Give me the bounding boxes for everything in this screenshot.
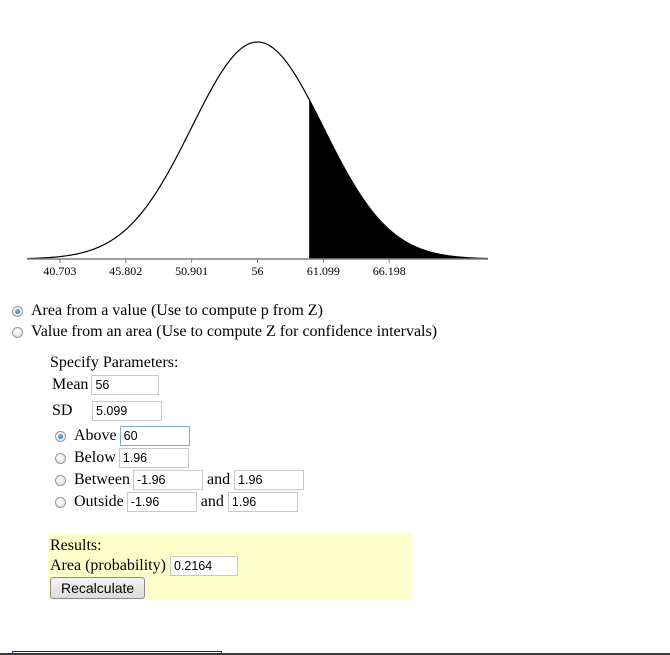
radio-below[interactable] [55, 452, 66, 464]
recalculate-button[interactable]: Recalculate [50, 577, 146, 599]
radio-value-from-area[interactable] [12, 326, 23, 338]
bottom-frame [12, 651, 222, 653]
shaded-area-above [309, 99, 488, 259]
outside-row: Outside and [55, 491, 298, 513]
area-label: Area (probability) [50, 557, 166, 574]
between-row: Between and [55, 469, 305, 491]
between-label: Between [74, 471, 130, 488]
below-input[interactable] [118, 448, 189, 468]
mode-area-from-value[interactable]: Area from a value (Use to compute p from… [12, 301, 323, 321]
mean-row: Mean [52, 374, 160, 396]
area-row: Area (probability) [50, 555, 238, 577]
below-row: Below [55, 447, 189, 469]
x-tick-label: 61.099 [307, 264, 340, 278]
mode-value-from-area-label: Value from an area (Use to compute Z for… [31, 323, 438, 340]
radio-outside[interactable] [55, 496, 66, 508]
mode-area-from-value-label: Area from a value (Use to compute p from… [31, 302, 323, 319]
results-panel: Results: Area (probability) Recalculate [48, 534, 412, 600]
specify-parameters-heading: Specify Parameters: [50, 354, 179, 371]
between-high-input[interactable] [234, 470, 305, 490]
normal-distribution-chart: 40.703 45.802 50.901 56 61.099 66.198 [26, 41, 489, 278]
sd-label: SD [52, 402, 73, 419]
x-tick-label: 40.703 [43, 264, 76, 278]
outside-high-input[interactable] [227, 492, 298, 512]
x-tick-label: 66.198 [373, 264, 406, 278]
sd-row: SD [52, 400, 162, 422]
mean-label: Mean [52, 376, 89, 393]
radio-between[interactable] [55, 474, 66, 486]
density-curve [26, 41, 489, 260]
above-label: Above [74, 427, 117, 444]
between-low-input[interactable] [132, 470, 203, 490]
sd-input[interactable] [92, 401, 162, 421]
below-label: Below [74, 449, 116, 466]
radio-above[interactable] [55, 430, 66, 442]
x-tick-label: 56 [252, 264, 264, 278]
x-tick-label: 50.901 [175, 264, 208, 278]
mode-value-from-area[interactable]: Value from an area (Use to compute Z for… [12, 322, 437, 342]
radio-area-from-value[interactable] [12, 305, 23, 317]
between-and-label: and [206, 471, 231, 488]
outside-low-input[interactable] [126, 492, 197, 512]
mean-input[interactable] [91, 375, 160, 395]
area-output[interactable] [169, 556, 238, 576]
x-tick-label: 45.802 [109, 264, 142, 278]
results-heading: Results: [50, 537, 102, 554]
above-row: Above [55, 425, 190, 447]
outside-and-label: and [200, 493, 224, 510]
outside-label: Outside [74, 493, 124, 510]
above-input[interactable] [119, 426, 190, 446]
